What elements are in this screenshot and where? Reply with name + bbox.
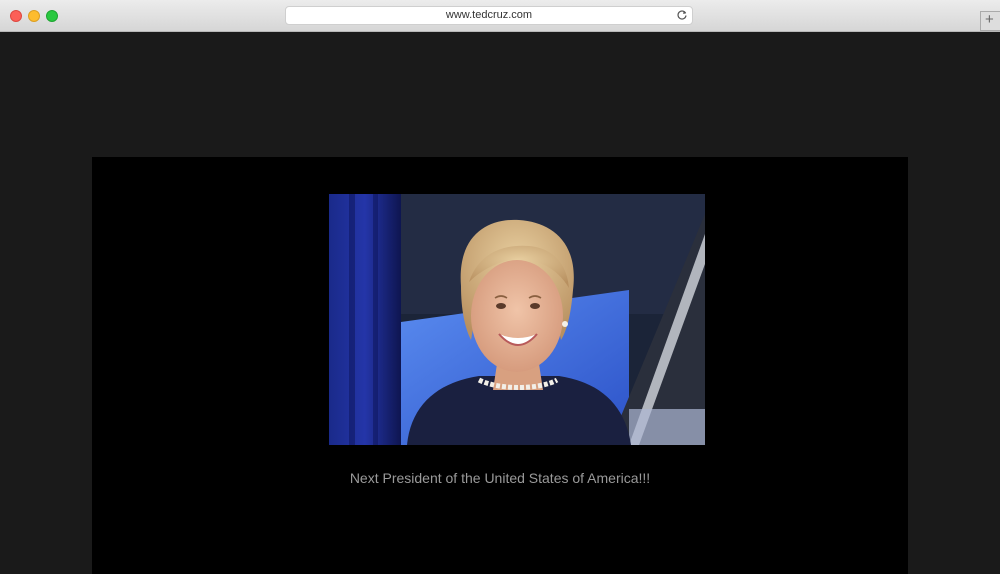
- new-tab-button[interactable]: +: [980, 11, 1000, 31]
- candidate-photo-image: [329, 194, 705, 445]
- close-window-icon[interactable]: [10, 10, 22, 22]
- plus-icon: +: [985, 11, 994, 28]
- page-content: Next President of the United States of A…: [92, 157, 908, 574]
- minimize-window-icon[interactable]: [28, 10, 40, 22]
- reload-icon[interactable]: [676, 9, 688, 21]
- zoom-window-icon[interactable]: [46, 10, 58, 22]
- url-text: www.tedcruz.com: [445, 9, 533, 21]
- browser-title-bar: www.tedcruz.com +: [0, 0, 1000, 32]
- caption-text: Next President of the United States of A…: [349, 470, 651, 486]
- candidate-photo: [329, 194, 705, 445]
- address-bar[interactable]: www.tedcruz.com: [285, 6, 693, 25]
